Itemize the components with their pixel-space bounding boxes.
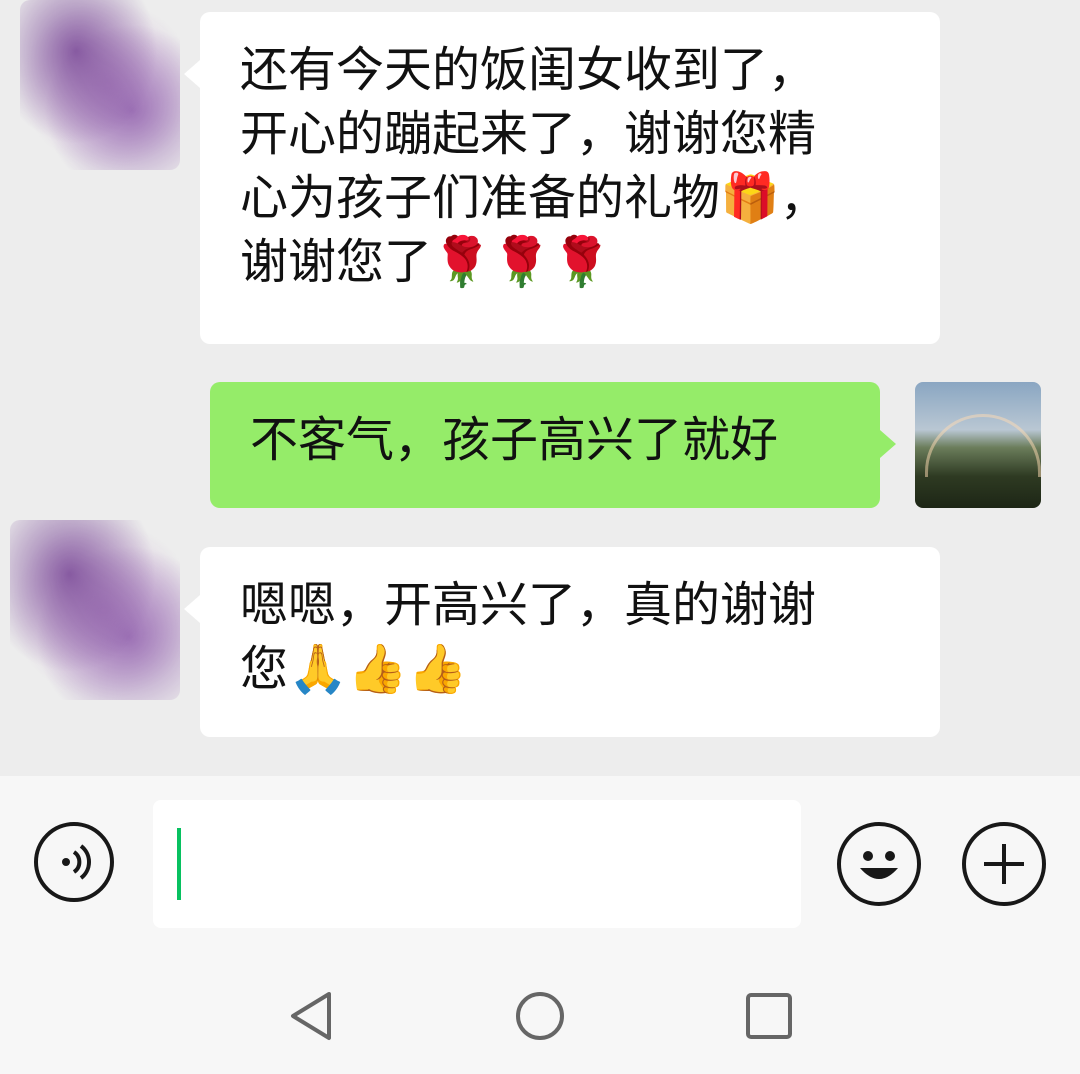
contact-avatar[interactable] [20, 0, 180, 170]
message-bubble-sent[interactable]: 不客气，孩子高兴了就好 [210, 382, 896, 508]
back-triangle-icon[interactable] [287, 990, 337, 1042]
more-button[interactable] [962, 822, 1046, 906]
my-avatar[interactable] [915, 382, 1041, 508]
voice-button[interactable] [34, 822, 114, 902]
contact-avatar[interactable] [10, 520, 180, 700]
plus-icon [984, 844, 1024, 884]
emoji-button[interactable] [837, 822, 921, 906]
chat-area: 还有今天的饭闺女收到了， 开心的蹦起来了，谢谢您精 心为孩子们准备的礼物🎁， 谢… [0, 0, 1080, 776]
voice-icon [62, 844, 91, 880]
recent-square-icon[interactable] [745, 992, 793, 1040]
system-nav-bar [0, 952, 1080, 1074]
message-bubble-received[interactable]: 还有今天的饭闺女收到了， 开心的蹦起来了，谢谢您精 心为孩子们准备的礼物🎁， 谢… [184, 12, 940, 344]
message-bubble-received[interactable]: 嗯嗯，开高兴了，真的谢谢 您🙏👍👍 [184, 547, 940, 737]
message-input[interactable] [153, 800, 801, 928]
rainbow-graphic [925, 414, 1041, 477]
text-caret [177, 828, 181, 900]
smiley-icon [860, 851, 898, 879]
home-circle-icon[interactable] [514, 990, 566, 1042]
